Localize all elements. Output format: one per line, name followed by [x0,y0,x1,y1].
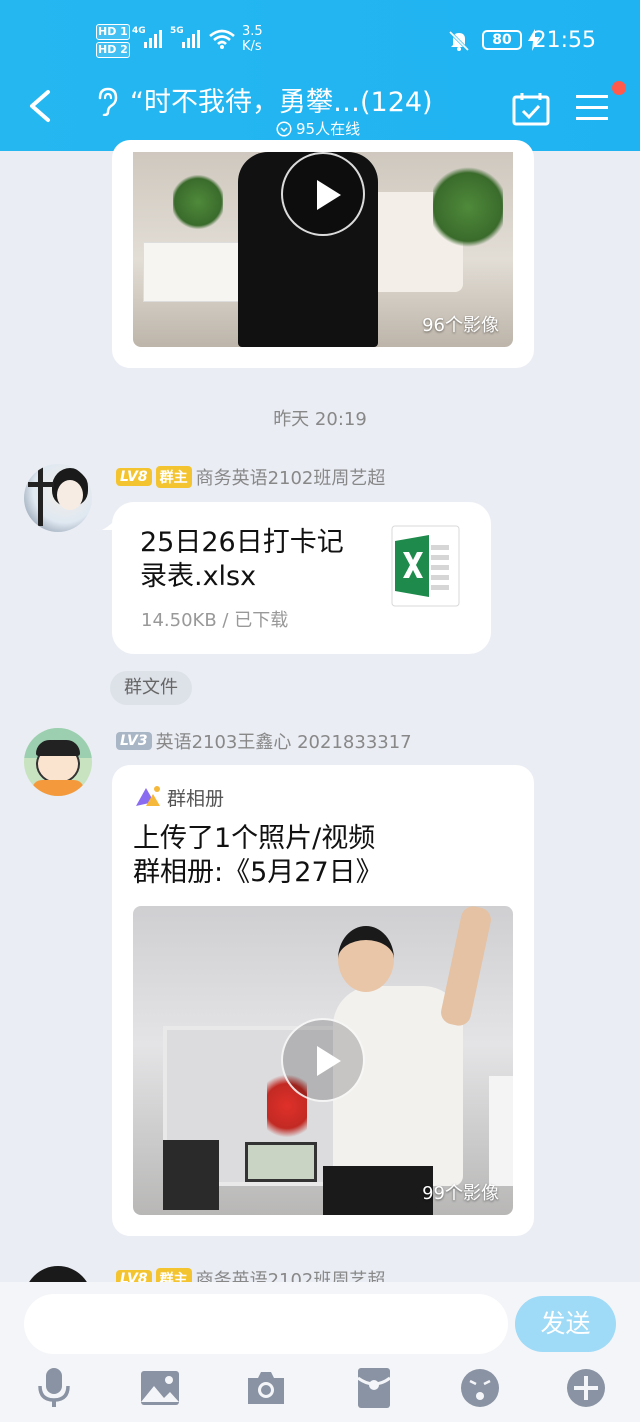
level-badge: LV3 [116,732,152,750]
file-title-line1: 25日26日打卡记 [140,527,344,558]
send-button[interactable]: 发送 [515,1296,616,1352]
avatar-member[interactable] [24,728,92,796]
chat-header: HD 1 HD 2 4G 5G 3.5 K/s 80 21:55 “时不我待，勇… [0,0,640,151]
camera-icon[interactable] [244,1366,288,1410]
avatar-cross-bar [28,482,54,487]
time-separator: 昨天 20:19 [273,409,367,430]
group-file-tag[interactable]: 群文件 [110,671,192,705]
album-text-line1: 上传了1个照片/视频 [133,823,376,854]
person-arm [438,906,494,1028]
emoji-icon[interactable] [458,1366,502,1410]
red-packet-icon[interactable] [352,1366,396,1410]
play-button-icon[interactable] [281,1018,365,1102]
wifi-icon [209,29,235,49]
file-title: 25日26日打卡记 录表.xlsx [140,526,344,594]
play-button-icon[interactable] [281,152,365,236]
image-icon[interactable] [138,1366,182,1410]
video-thumbnail-2[interactable]: 99个影像 [133,906,513,1215]
signal-icon-2 [182,26,200,48]
chevron-down-circle-icon [276,120,292,137]
album-text-line2: 群相册:《5月27日》 [133,857,383,888]
online-count-label: 95人在线 [296,120,361,138]
microphone-icon[interactable] [32,1366,76,1410]
clock: 21:55 [532,28,596,53]
message-input[interactable] [24,1294,508,1354]
sim-indicators: HD 1 HD 2 [96,24,130,60]
sender-name: 商务英语2102班周艺超 [195,468,386,489]
wall-cabinet [163,1140,219,1210]
level-badge: LV8 [116,468,152,486]
excel-file-icon [391,525,460,607]
album-text: 上传了1个照片/视频 群相册:《5月27日》 [133,822,383,890]
status-bar: HD 1 HD 2 4G 5G 3.5 K/s 80 21:55 [0,20,640,60]
sender-info-owner: LV8 群主 商务英语2102班周艺超 [116,464,385,490]
online-count[interactable]: 95人在线 [276,118,360,139]
person-pants [323,1166,433,1215]
table-shape [143,242,243,302]
chat-title[interactable]: “时不我待，勇攀…(124) [130,80,433,119]
sender-info-member: LV3 英语2103王鑫心 2021833317 [116,728,412,754]
notification-dot [612,81,626,95]
back-arrow-icon[interactable] [26,88,54,124]
sim2-badge: HD 2 [96,42,130,58]
menu-icon[interactable] [576,94,608,122]
person-head [338,926,394,992]
album-label: 群相册 [167,788,225,810]
video-count-2: 99个影像 [422,1183,499,1204]
album-icon [136,786,160,806]
plant-shape-2 [173,172,223,232]
calendar-check-icon[interactable] [512,92,550,126]
speed-unit: K/s [242,39,262,54]
sender-name: 英语2103王鑫心 2021833317 [155,732,412,753]
video-thumbnail-1[interactable]: 96个影像 [133,152,513,347]
mute-icon [448,30,470,52]
plus-icon[interactable] [564,1366,608,1410]
file-size: 14.50KB / 已下载 [141,610,289,631]
fridge-shape [489,1076,513,1186]
picture-frame [245,1142,317,1182]
avatar-cross [38,466,43,526]
earpiece-mode-icon[interactable] [94,86,120,116]
signal-icon [144,26,162,48]
plant-shape [433,162,503,252]
file-title-line2: 录表.xlsx [140,561,257,592]
role-badge: 群主 [155,466,192,488]
video-count-1: 96个影像 [422,315,499,336]
network-speed: 3.5 K/s [242,24,263,54]
avatar-face [57,480,83,510]
avatar-owner[interactable] [24,464,92,532]
battery-indicator: 80 [482,30,522,50]
avatar-shirt [32,780,84,796]
sim1-badge: HD 1 [96,24,130,40]
speed-value: 3.5 [242,24,263,39]
avatar-hair [36,740,80,756]
